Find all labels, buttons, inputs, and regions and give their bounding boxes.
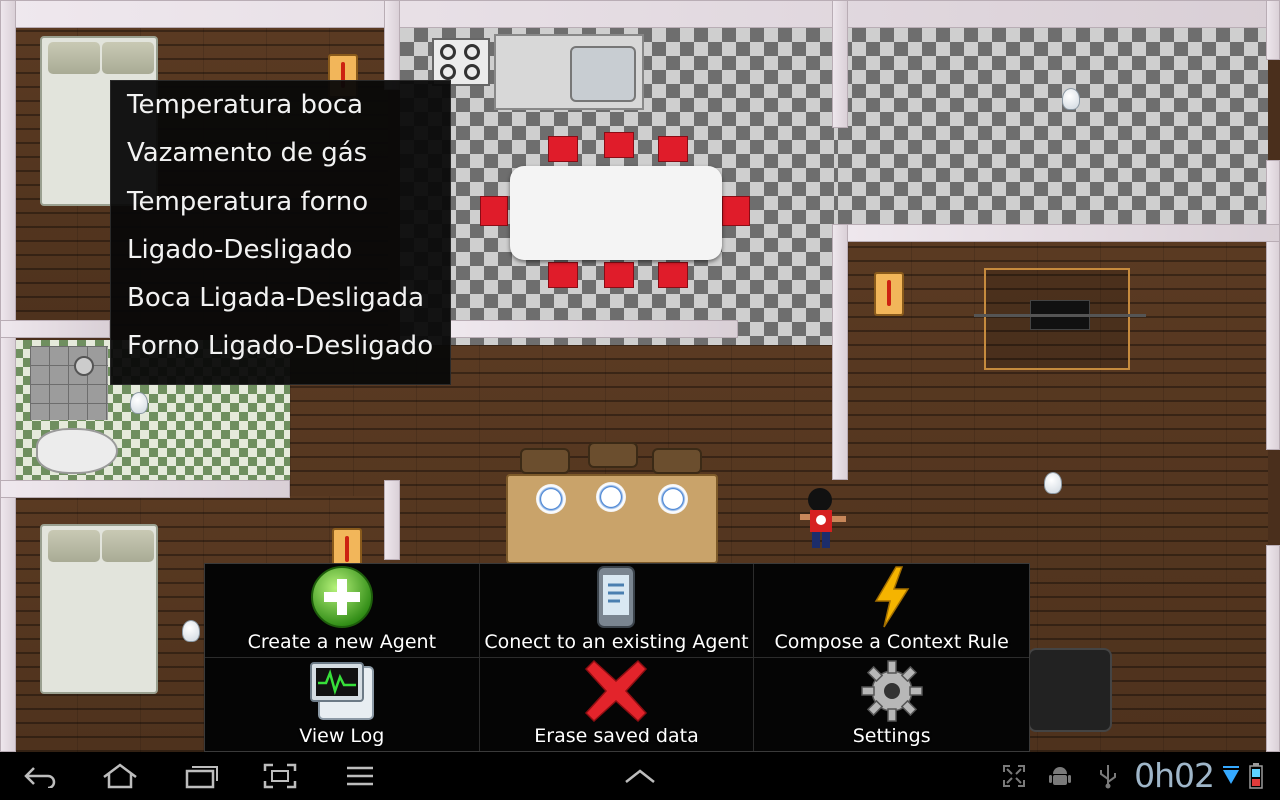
chair [480,196,508,226]
wall [0,320,110,338]
android-debug-icon [1046,762,1074,790]
usb-icon [1094,762,1122,790]
chair [652,448,702,474]
wall [1266,160,1280,450]
sensor-menu-item[interactable]: Boca Ligada-Desligada [111,274,450,322]
light-bulb-icon[interactable] [1062,88,1080,110]
erase-saved-data-button[interactable]: Erase saved data [480,657,755,751]
wall [1266,545,1280,752]
burner-icon [464,44,480,60]
chair [722,196,750,226]
chair [604,132,634,158]
expand-icon[interactable] [1000,762,1028,790]
menu-icon[interactable] [336,760,384,792]
sofa [1028,648,1112,732]
plus-icon [308,565,376,629]
create-agent-button[interactable]: Create a new Agent [205,564,480,658]
wall [0,0,1280,28]
tv-stand [974,268,1146,370]
wall [0,480,290,498]
sensor-menu-item[interactable]: Vazamento de gás [111,129,450,177]
kitchen-counter [494,34,644,110]
wall [832,224,848,480]
lightning-icon [858,565,926,629]
chair [604,262,634,288]
phone-icon [582,565,650,629]
burner-icon [440,44,456,60]
wall [450,320,738,338]
chevron-up-icon[interactable] [616,760,664,792]
hall-floor [838,28,1268,228]
chair [658,136,688,162]
pillow [48,530,100,562]
menu-label: Erase saved data [534,725,699,747]
monitor-log-icon [308,659,376,723]
sensor-context-menu: Temperatura boca Vazamento de gás Temper… [110,80,451,385]
gear-icon [858,659,926,723]
chair [548,262,578,288]
burner-icon [440,64,456,80]
pillow [102,530,154,562]
shower-area [30,346,108,420]
red-x-icon [582,659,650,723]
menu-label: Conect to an existing Agent [484,630,749,653]
compose-context-rule-button[interactable]: Compose a Context Rule [754,564,1029,658]
pillow [48,42,100,74]
sensor-menu-item[interactable]: Ligado-Desligado [111,226,450,274]
pillow [102,42,154,74]
screenshot-icon[interactable] [256,760,304,792]
wooden-table [506,474,718,564]
sensor-menu-item[interactable]: Temperatura forno [111,178,450,226]
options-menu: Create a new Agent Conect to an existing… [204,563,1030,752]
plate-icon [658,484,688,514]
wall [1266,0,1280,60]
wifi-icon [1220,762,1242,790]
wall [384,480,400,560]
back-icon[interactable] [16,760,64,792]
stove[interactable] [432,38,490,86]
system-navigation-bar: 0h02 [0,752,1280,800]
menu-label: Settings [852,725,931,747]
wall [384,0,400,90]
light-bulb-icon[interactable] [130,392,148,414]
person-avatar-icon[interactable] [796,486,852,556]
menu-label: Compose a Context Rule [774,630,1009,653]
thermometer-sensor-icon[interactable] [874,272,904,316]
shower-head-icon [74,356,94,376]
home-icon[interactable] [96,760,144,792]
wall [0,0,16,752]
tv-bar [974,314,1146,317]
dining-table [510,166,722,260]
light-bulb-icon[interactable] [1044,472,1062,494]
view-log-button[interactable]: View Log [205,657,480,751]
toilet [36,428,118,474]
chair [548,136,578,162]
chair [588,442,638,468]
menu-label: View Log [299,725,385,747]
bed [40,524,158,694]
sensor-menu-item[interactable]: Temperatura boca [111,81,450,129]
chair [520,448,570,474]
settings-button[interactable]: Settings [754,658,1029,752]
recent-apps-icon[interactable] [178,760,226,792]
menu-label: Create a new Agent [247,630,437,653]
connect-agent-button[interactable]: Conect to an existing Agent [479,564,755,658]
light-bulb-icon[interactable] [182,620,200,642]
clock: 0h02 [1134,756,1215,795]
sink [570,46,636,102]
sensor-menu-item[interactable]: Forno Ligado-Desligado [111,322,450,370]
battery-icon [1246,762,1266,790]
plate-icon [536,484,566,514]
wall [832,224,1280,242]
burner-icon [464,64,480,80]
plate-icon [596,482,626,512]
chair [658,262,688,288]
wall [832,0,848,128]
